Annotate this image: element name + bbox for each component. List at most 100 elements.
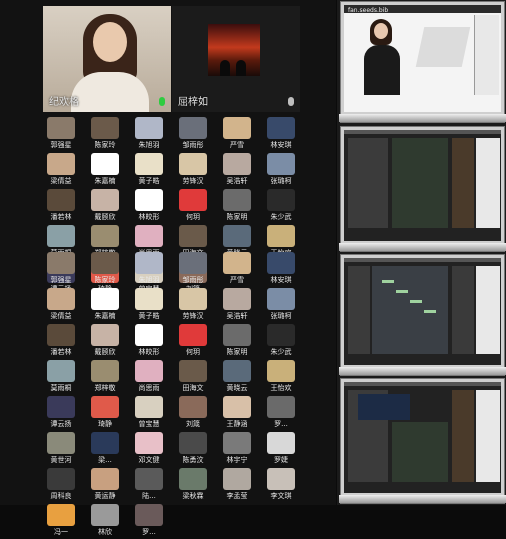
featured-video-tile[interactable]: 纪欢格 — [43, 6, 171, 112]
midi-note — [396, 290, 408, 293]
participant-tile[interactable]: 梁倩益 — [40, 152, 82, 186]
participant-tile[interactable]: 何玥 — [172, 188, 214, 222]
participant-tile[interactable]: 张璐柯 — [260, 287, 302, 321]
participant-tile[interactable]: 朱嘉楠 — [84, 287, 126, 321]
participant-tile[interactable]: 劳锋汉 — [172, 152, 214, 186]
participant-tile[interactable]: 林欣 — [84, 503, 126, 537]
participant-tile[interactable]: 谭云扬 — [40, 395, 82, 429]
participant-avatar — [179, 153, 207, 175]
participant-tile[interactable]: 林皎形 — [128, 323, 170, 357]
participant-avatar — [179, 432, 207, 454]
participant-tile[interactable]: 张璐柯 — [260, 152, 302, 186]
participant-tile[interactable]: 陈家明 — [216, 188, 258, 222]
participant-tile[interactable]: 邓文健 — [128, 431, 170, 465]
participant-avatar — [47, 153, 75, 175]
person-body — [71, 72, 149, 112]
participant-name: 周科良 — [50, 492, 72, 500]
participant-avatar — [135, 225, 163, 247]
participant-tile[interactable]: 黄世河 — [40, 431, 82, 465]
participant-tile[interactable]: 朱旭羽 — [128, 251, 170, 285]
participant-tile[interactable]: 林宇宁 — [216, 431, 258, 465]
shared-screen-video[interactable]: fan.seeds.bib — [339, 1, 506, 123]
participant-avatar — [223, 117, 251, 139]
participant-tile[interactable]: 吴浩轩 — [216, 287, 258, 321]
participant-name: 谭云扬 — [50, 420, 72, 428]
participant-name: 林欣 — [98, 528, 112, 536]
participant-tile[interactable]: 陈家玲 — [84, 251, 126, 285]
participant-tile[interactable]: 朱嘉楠 — [84, 152, 126, 186]
participant-tile[interactable]: 黄子皓 — [128, 152, 170, 186]
participant-tile[interactable]: 梁倩益 — [40, 287, 82, 321]
participant-tile[interactable]: 严雪 — [216, 251, 258, 285]
participant-name: 冯一 — [54, 528, 68, 536]
participant-name: 邹雨彤 — [182, 276, 204, 284]
daw-screen-1[interactable] — [339, 126, 506, 252]
participant-avatar — [267, 153, 295, 175]
participant-tile[interactable]: 陈勇汶 — [172, 431, 214, 465]
participant-tile[interactable]: 严雪 — [216, 116, 258, 150]
participant-tile[interactable]: 田海文 — [172, 359, 214, 393]
participant-tile[interactable]: 王怡欢 — [260, 359, 302, 393]
participant-tile[interactable]: 陈家玲 — [84, 116, 126, 150]
participant-tile[interactable]: 刘箴 — [172, 395, 214, 429]
participant-tile[interactable]: 冯一 — [40, 503, 82, 537]
participant-tile[interactable]: 陈家明 — [216, 323, 258, 357]
participant-avatar — [91, 288, 119, 310]
participant-tile[interactable]: 林皎形 — [128, 188, 170, 222]
participant-name: 陈家玲 — [94, 141, 116, 149]
participant-tile[interactable]: 黄子皓 — [128, 287, 170, 321]
inspector — [452, 266, 474, 354]
participant-tile[interactable]: 何玥 — [172, 323, 214, 357]
participant-avatar — [179, 324, 207, 346]
participant-tile[interactable]: 李孟莹 — [216, 467, 258, 501]
participant-tile[interactable]: 尚思雨 — [128, 359, 170, 393]
participant-tile[interactable]: 梁... — [84, 431, 126, 465]
participant-name: 林安琪 — [270, 141, 292, 149]
participant-tile[interactable]: 戴颐欣 — [84, 188, 126, 222]
participant-tile[interactable]: 林安琪 — [260, 116, 302, 150]
participant-tile[interactable]: 戴颐欣 — [84, 323, 126, 357]
participant-tile[interactable]: 曾宝慧 — [128, 395, 170, 429]
participant-avatar — [47, 324, 75, 346]
participant-tile[interactable]: 莫雨桐 — [40, 359, 82, 393]
participant-tile[interactable]: 劳锋汉 — [172, 287, 214, 321]
participant-tile[interactable]: 黄晓云 — [216, 359, 258, 393]
participant-tile[interactable]: 罗... — [260, 395, 302, 429]
participant-name: 李孟莹 — [226, 492, 248, 500]
participant-name: 莫雨桐 — [50, 384, 72, 392]
participant-tile[interactable]: 罗婕 — [260, 431, 302, 465]
participant-tile[interactable]: 黄运静 — [84, 467, 126, 501]
participant-tile[interactable]: 王静涵 — [216, 395, 258, 429]
participant-name: 陈家玲 — [94, 276, 116, 284]
daw-toolbar — [344, 258, 501, 262]
participant-tile[interactable]: 梁秋霖 — [172, 467, 214, 501]
participant-tile[interactable]: 周科良 — [40, 467, 82, 501]
participant-name: 黄子皓 — [138, 312, 160, 320]
participant-tile[interactable]: 郭强星 — [40, 251, 82, 285]
participant-tile[interactable]: 潘若林 — [40, 323, 82, 357]
participant-tile[interactable]: 朱旭羽 — [128, 116, 170, 150]
participant-tile[interactable]: 朱少武 — [260, 188, 302, 222]
participant-tile[interactable]: 吴浩轩 — [216, 152, 258, 186]
participant-tile[interactable]: 朱少武 — [260, 323, 302, 357]
participant-avatar — [135, 153, 163, 175]
midi-note — [382, 280, 394, 283]
participant-tile[interactable]: 李文琪 — [260, 467, 302, 501]
participant-avatar — [47, 225, 75, 247]
daw-screen-3[interactable] — [339, 378, 506, 504]
second-video-tile[interactable]: 屈梓如 — [172, 6, 300, 112]
participant-avatar — [91, 432, 119, 454]
participant-tile[interactable]: 罗... — [128, 503, 170, 537]
participant-avatar — [47, 504, 75, 526]
daw-screen-2[interactable] — [339, 254, 506, 376]
daw-toolbar — [344, 382, 501, 386]
participant-name: 黄运静 — [94, 492, 116, 500]
participant-tile[interactable]: 邹雨彤 — [172, 116, 214, 150]
participant-tile[interactable]: 林安琪 — [260, 251, 302, 285]
participant-tile[interactable]: 潘若林 — [40, 188, 82, 222]
participant-tile[interactable]: 琦静 — [84, 395, 126, 429]
participant-tile[interactable]: 郭强星 — [40, 116, 82, 150]
participant-tile[interactable]: 郑梓敬 — [84, 359, 126, 393]
participant-tile[interactable]: 陆... — [128, 467, 170, 501]
participant-tile[interactable]: 邹雨彤 — [172, 251, 214, 285]
